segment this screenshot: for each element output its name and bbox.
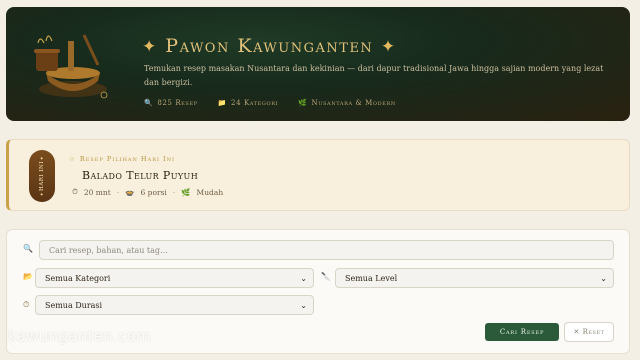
cooking-pot-icon [34,34,108,99]
level-select-value: Semua Level [345,273,398,283]
stat-label: 24 Kategori [231,99,279,107]
category-select-value: Semua Kategori [45,273,111,283]
hero-title-text: Pawon Kawunganten [165,35,374,57]
featured-kicker: ☆ Resep Pilihan Hari Ini [69,155,175,163]
featured-title[interactable]: Balado Telur Puyuh [82,169,198,182]
search-recipe-button[interactable]: Cari Resep [485,323,559,341]
bowl-icon: 🍲 [125,187,135,197]
today-badge: ✦ HARI INI ✦ [29,150,55,202]
magnifier-icon: 🔍 [144,99,154,107]
folder-icon: 📂 [23,272,33,281]
level-select[interactable]: Semua Level ⌄ [335,268,614,288]
stat-categories: 📁 24 Kategori [218,99,278,107]
hero-description: Temukan resep masakan Nusantara dan keki… [144,64,604,87]
folder-icon: 📁 [217,99,228,107]
knife-icon: 🔪 [321,272,331,281]
today-badge-label: HARI INI [39,161,45,191]
featured-kicker-text: Resep Pilihan Hari Ini [79,155,175,163]
duration-select[interactable]: Semua Durasi ⌄ [35,295,314,315]
category-select[interactable]: Semua Kategori ⌄ [35,268,314,288]
leaf-icon: 🌿 [298,99,308,107]
stat-recipes: 🔍 825 Resep [144,99,198,107]
hero-banner: ✦ Pawon Kawunganten ✦ Temukan resep masa… [6,7,630,121]
featured-portions: 6 porsi [140,187,167,197]
leaf-icon: 🌿 [181,187,191,197]
reset-button[interactable]: ✕ Reset [564,322,614,342]
site-watermark: kawunganten.com [8,327,152,345]
chevron-down-icon: ⌄ [300,301,307,310]
separator: · [172,187,176,197]
sparkle-icon: ✦ [38,191,45,197]
separator: · [116,187,120,197]
stat-label: Nusantara & Modern [311,99,396,107]
featured-time: 20 mnt [83,187,111,197]
clock-icon: ⏱ [72,187,78,196]
featured-level: Mudah [196,187,224,197]
duration-select-value: Semua Durasi [45,300,103,310]
stat-cuisine: 🌿 Nusantara & Modern [298,99,396,107]
featured-meta: ⏱ 20 mnt · 🍲 6 porsi · 🌿 Mudah [72,187,223,197]
chevron-down-icon: ⌄ [300,274,307,283]
hero-title: ✦ Pawon Kawunganten ✦ [142,35,397,57]
stat-label: 825 Resep [157,99,198,107]
sparkle-icon: ✦ [142,37,158,57]
sparkle-icon: ✦ [380,37,397,57]
hero-stats: 🔍 825 Resep 📁 24 Kategori 🌿 Nusantara & Mod… [144,99,396,107]
star-icon: ☆ [69,155,76,163]
chevron-down-icon: ⌄ [600,274,607,283]
sparkle-icon: ✦ [38,155,45,161]
clock-icon: ⏱ [23,300,30,309]
search-icon: 🔍 [23,244,33,253]
featured-recipe-card[interactable]: ✦ HARI INI ✦ ☆ Resep Pilihan Hari Ini Bal… [6,139,630,211]
search-input[interactable]: Cari resep, bahan, atau tag... [39,240,614,260]
